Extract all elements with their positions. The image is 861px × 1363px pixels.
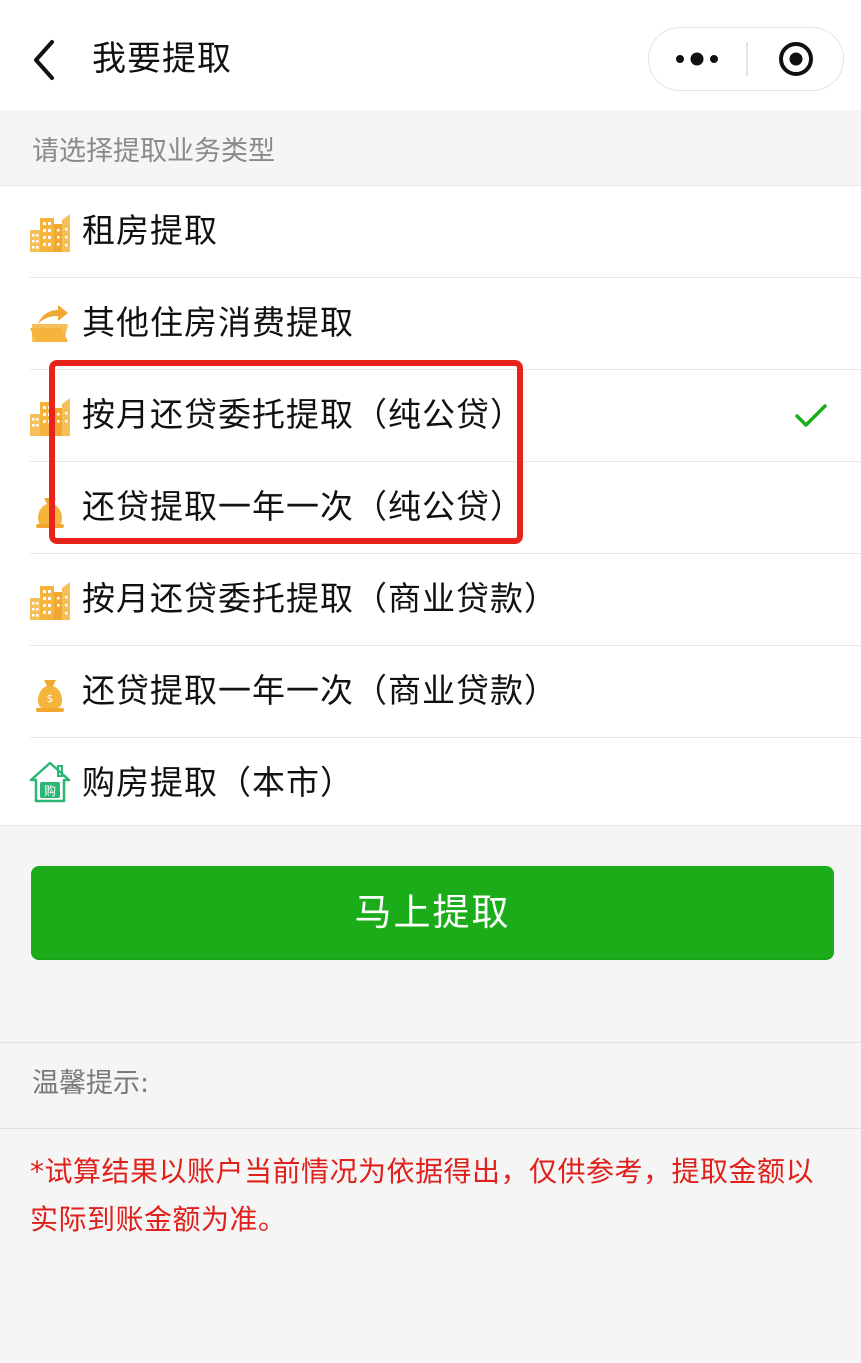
svg-text:购: 购 — [44, 783, 56, 798]
option-monthly-repay-commercial-loan[interactable]: 按月还贷委托提取（商业贷款） — [0, 554, 861, 646]
option-yearly-repay-public-loan[interactable]: 还贷提取一年一次（纯公贷） — [0, 462, 861, 554]
page: 我要提取 请选择提取业务类型 租房提取 其他住房消费提取 按月还贷委托提取（纯公… — [0, 0, 861, 1363]
tips-body: *试算结果以账户当前情况为依据得出，仅供参考，提取金额以实际到账金额为准。 — [30, 1155, 815, 1236]
tips-divider — [0, 1128, 861, 1129]
withdrawal-type-list: 租房提取 其他住房消费提取 按月还贷委托提取（纯公贷） 还贷提取一年一次（纯公贷… — [0, 185, 861, 826]
house-purchase-icon: 购 — [29, 761, 71, 803]
section-header: 请选择提取业务类型 — [32, 136, 275, 167]
close-mini-program-button[interactable] — [748, 28, 843, 90]
chevron-left-icon — [34, 40, 54, 80]
checkmark-icon — [795, 404, 827, 427]
buildings-icon — [30, 582, 70, 620]
buildings-icon — [30, 214, 70, 252]
page-title: 我要提取 — [92, 39, 232, 79]
tips-divider — [0, 1042, 861, 1043]
target-circle-icon — [779, 42, 813, 76]
back-button[interactable] — [26, 36, 66, 84]
tips-title: 温馨提示: — [32, 1068, 150, 1099]
option-rent-withdrawal[interactable]: 租房提取 — [0, 186, 861, 278]
option-label: 还贷提取一年一次（商业贷款） — [82, 671, 558, 710]
option-house-purchase-local[interactable]: 购 购房提取（本市） — [0, 738, 861, 826]
svg-text:$: $ — [47, 692, 54, 705]
money-bag-icon — [36, 498, 64, 528]
option-label: 按月还贷委托提取（纯公贷） — [82, 395, 524, 434]
withdraw-now-button[interactable]: 马上提取 — [31, 866, 834, 960]
option-label: 其他住房消费提取 — [82, 303, 354, 342]
more-dots-icon — [676, 52, 718, 66]
option-label: 按月还贷委托提取（商业贷款） — [82, 579, 558, 618]
money-bag-icon: $ — [36, 680, 64, 712]
folder-arrow-icon — [30, 305, 68, 342]
option-yearly-repay-commercial-loan[interactable]: $ 还贷提取一年一次（商业贷款） — [0, 646, 861, 738]
more-button[interactable] — [649, 28, 746, 90]
mini-program-capsule — [648, 27, 844, 91]
option-other-housing-withdrawal[interactable]: 其他住房消费提取 — [0, 278, 861, 370]
option-label: 租房提取 — [82, 211, 218, 250]
option-label: 购房提取（本市） — [82, 763, 354, 802]
buildings-icon — [30, 398, 70, 436]
navigation-bar: 我要提取 — [0, 0, 861, 110]
option-monthly-repay-public-loan[interactable]: 按月还贷委托提取（纯公贷） — [0, 370, 861, 462]
option-label: 还贷提取一年一次（纯公贷） — [82, 487, 524, 526]
